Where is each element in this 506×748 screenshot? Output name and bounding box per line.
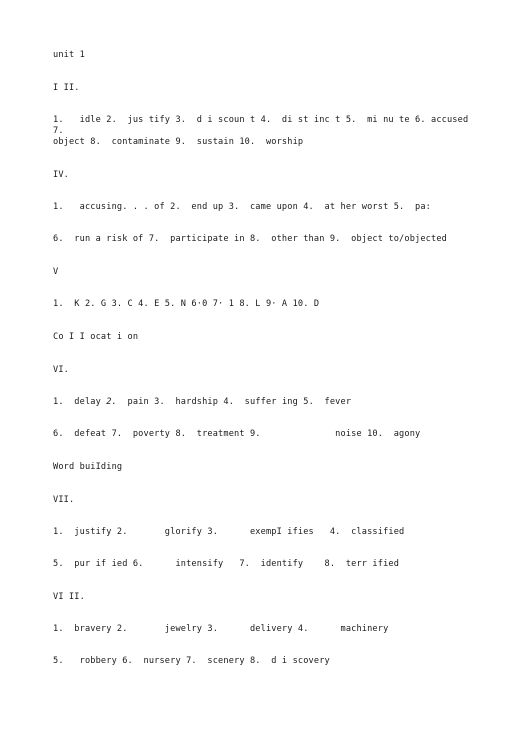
document-text-body: unit 1 I II. 1. idle 2. jus tify 3. d i … [53,50,473,667]
section-vi-answers-line-2: 6. defeat 7. poverty 8. treatment 9. noi… [53,429,421,439]
section-iv-answers-line-1: 1. accusing. . . of 2. end up 3. came up… [53,202,431,212]
section-iii-answers-line-1: 1. idle 2. jus tify 3. d i scoun t 4. di… [53,115,474,136]
section-viii-answers-line-2: 5. robbery 6. nursery 7. scenery 8. d i … [53,656,330,666]
section-heading-vii: VII. [53,495,75,505]
section-heading-iv: IV. [53,170,69,180]
section-vi-answers-line-1-part-a: 1. delay [53,397,107,407]
subheading-collocation: Co I I ocat i on [53,332,139,342]
section-vi-item-2-number-italic: 2. [106,397,117,407]
section-viii-answers-line-1: 1. bravery 2. jewelry 3. delivery 4. mac… [53,624,389,634]
section-heading-vi: VI. [53,365,69,375]
section-heading-v: V [53,267,59,277]
section-iii-answers-line-2: object 8. contaminate 9. sustain 10. wor… [53,137,304,147]
section-vi-answers-line-1-part-b: pain 3. hardship 4. suffer ing 5. fever [116,397,352,407]
section-heading-viii: VI II. [53,592,85,602]
document-page: unit 1 I II. 1. idle 2. jus tify 3. d i … [0,0,506,748]
section-heading-iii: I II. [53,83,80,93]
section-vii-answers-line-1: 1. justify 2. glorify 3. exempI ifies 4.… [53,527,405,537]
section-vii-answers-line-2: 5. pur if ied 6. intensify 7. identify 8… [53,559,400,569]
section-v-answers-line-1: 1. K 2. G 3. C 4. E 5. N 6·0 7· 1 8. L 9… [53,299,320,309]
section-iv-answers-line-2: 6. run a risk of 7. participate in 8. ot… [53,234,447,244]
subheading-word-building: Word buiIding [53,462,123,472]
section-vi-answers-line-1: 1. delay 2. pain 3. hardship 4. suffer i… [53,397,473,408]
page-title: unit 1 [53,50,85,60]
